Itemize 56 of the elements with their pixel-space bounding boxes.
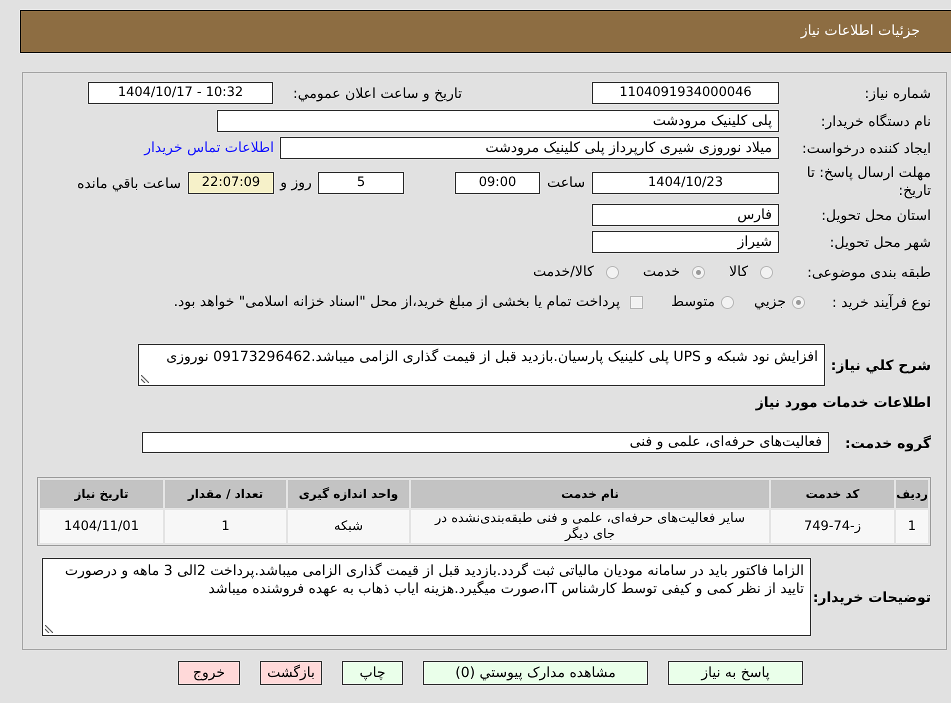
action-button[interactable]: پاسخ به نیاز (668, 661, 803, 685)
action-button[interactable]: خروج (178, 661, 240, 685)
action-button[interactable]: بازگشت (260, 661, 322, 685)
field-label: شرح کلي نیاز: (830, 358, 931, 374)
buyer-notes-textarea[interactable]: الزاما فاکتور باید در سامانه مودیان مالیاتی ثبت گردد.بازدید قبل از قیمت گذاری الزامی میباشد.پرداخت 2الی 3 ماهه و درصورت تایید از نظر کمی و کیفی توسط کارشناس IT،صورت میگیرد.هزینه ایاب ذهاب به عهده فروشنده میباشد (42, 558, 811, 636)
radio-label: جزيي (754, 292, 786, 312)
contact-link[interactable]: اطلاعات تماس خریدار (144, 138, 274, 158)
action-button[interactable]: مشاهده مدارک پیوستي (0) (423, 661, 648, 685)
table-cell: 1 (165, 510, 286, 543)
need-number-field[interactable]: 1104091934000046 (592, 82, 779, 104)
field-label: گروه خدمت: (845, 436, 931, 452)
announcement-date-field[interactable]: 1404/10/17 - 10:32 (88, 82, 273, 104)
description-textarea[interactable]: افزایش نود شبکه و UPS پلی کلینیک پارسیان.بازدید قبل از قیمت گذاری الزامی میباشد.09173296462 نوروزی (138, 344, 825, 386)
checkbox-label: پرداخت تمام یا بخشی از مبلغ خرید،از محل "اسناد خزانه اسلامی" خواهد بود. (174, 292, 620, 312)
field-label: ایجاد کننده درخواست: (802, 141, 931, 157)
service-group-field[interactable]: فعالیت‌های حرفه‌ای، علمی و فنی (142, 432, 829, 453)
field-label: تاریخ و ساعت اعلان عمومي: (293, 86, 462, 102)
field-label: شهر محل تحویل: (830, 235, 931, 251)
province-field[interactable]: فارس (592, 204, 779, 226)
radio-label: کالا/خدمت (532, 262, 594, 282)
field-label: نام دستگاه خریدار: (820, 114, 931, 130)
page-title: جزئیات اطلاعات نیاز (800, 22, 920, 41)
field-label: طبقه بندی موضوعی: (807, 265, 931, 281)
field-label: ساعت (546, 174, 586, 192)
remaining-time-field[interactable]: 22:07:09 (188, 172, 274, 194)
radio-label: کالا (729, 262, 748, 282)
buyer-organization-field[interactable]: پلی کلینیک مرودشت (217, 110, 779, 132)
table-cell: شبکه (288, 510, 409, 543)
field-label: نوع فرآیند خرید : (832, 295, 931, 311)
city-field[interactable]: شیراز (592, 231, 779, 253)
action-button[interactable]: چاپ (342, 661, 403, 685)
table-cell: 1404/11/01 (40, 510, 163, 543)
field-label: مهلت ارسال پاسخ: تا تاریخ: (806, 164, 931, 200)
column-header: نام خدمت (411, 480, 769, 508)
field-label: استان محل تحویل: (821, 208, 931, 224)
column-header: ردیف (896, 480, 928, 508)
table-cell: 1 (896, 510, 928, 543)
field-label: شماره نیاز: (864, 86, 931, 102)
field-label: توضیحات خریدار: (812, 590, 931, 606)
resize-handle-icon[interactable] (45, 625, 53, 633)
requester-field[interactable]: میلاد نوروزی شیری کارپرداز پلی کلینیک مرودشت (280, 137, 779, 159)
column-header: تعداد / مقدار (165, 480, 286, 508)
section-title: اطلاعات خدمات مورد نیاز (756, 394, 931, 412)
table-cell: ز-74-749 (771, 510, 894, 543)
column-header: تاریخ نیاز (40, 480, 163, 508)
radio-label: خدمت (642, 262, 680, 282)
table-cell: سایر فعالیت‌های حرفه‌ای، علمی و فنی طبقه‌بندی‌نشده در جای دیگر (411, 510, 769, 543)
deadline-time-field[interactable]: 09:00 (455, 172, 540, 194)
column-header: کد خدمت (771, 480, 894, 508)
deadline-date-field[interactable]: 1404/10/23 (592, 172, 779, 194)
field-label: ساعت باقي مانده (77, 176, 181, 192)
radio-label: متوسط (671, 292, 716, 312)
resize-handle-icon[interactable] (141, 375, 149, 383)
days-field[interactable]: 5 (318, 172, 404, 194)
column-header: واحد اندازه گیری (288, 480, 409, 508)
field-label: روز و (280, 174, 312, 192)
